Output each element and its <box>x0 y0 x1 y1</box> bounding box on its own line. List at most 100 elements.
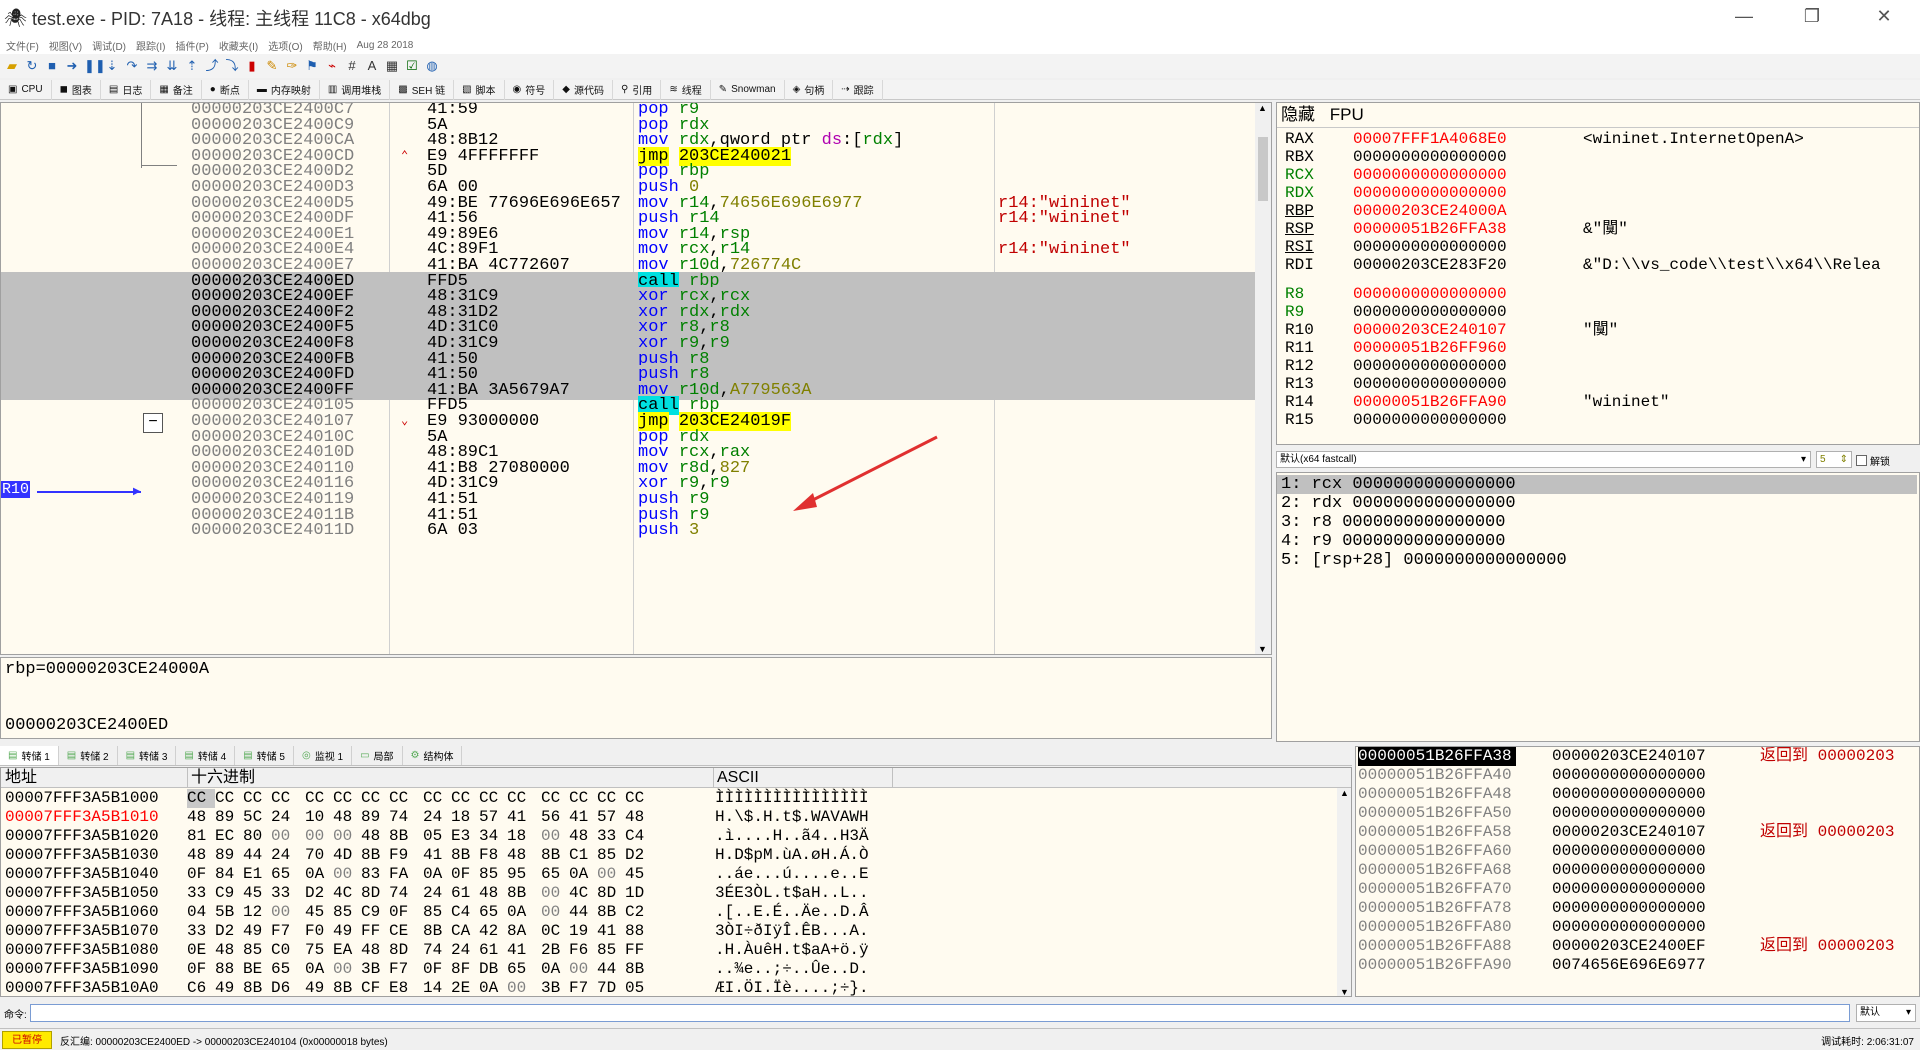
hex-byte[interactable]: 56 <box>541 808 569 827</box>
hex-byte[interactable]: DB <box>479 960 507 979</box>
dump-tab-4[interactable]: ▤ 转储 5 <box>235 746 294 765</box>
hex-byte[interactable]: 8B <box>597 903 625 922</box>
register-row[interactable]: R11 00000051B26FF960 <box>1277 339 1917 357</box>
scrollbar-thumb[interactable] <box>1258 137 1268 201</box>
scroll-up-icon[interactable]: ▲ <box>1340 788 1349 798</box>
arg-count-spinner[interactable]: 5 ⇕ <box>1816 451 1852 468</box>
hex-byte[interactable]: 8B <box>333 979 361 996</box>
register-row[interactable]: RBP 00000203CE24000A <box>1277 202 1917 220</box>
register-row[interactable]: R13 0000000000000000 <box>1277 375 1917 393</box>
hex-byte[interactable]: 89 <box>215 808 243 827</box>
dump-row[interactable]: 00007FFF3A5B1090 0F 88 BE 65 0A 00 3B F7 0F 8F DB 65… <box>1 960 1341 979</box>
hex-byte[interactable]: CC <box>361 789 389 808</box>
hex-byte[interactable]: CA <box>451 922 479 941</box>
hex-byte[interactable]: D2 <box>215 922 243 941</box>
hex-byte[interactable]: F8 <box>479 846 507 865</box>
hex-byte[interactable]: 48 <box>187 846 215 865</box>
hex-byte[interactable]: EA <box>333 941 361 960</box>
tab-3[interactable]: ▦ 备注 <box>151 79 202 100</box>
checklist-icon[interactable]: ☑ <box>404 58 420 74</box>
register-value[interactable]: 00000051B26FFA90 <box>1353 393 1507 411</box>
dump-tab-0[interactable]: ▤ 转储 1 <box>0 746 59 765</box>
hex-byte[interactable]: 61 <box>479 941 507 960</box>
hex-byte[interactable]: 74 <box>389 884 417 903</box>
hex-byte[interactable]: CC <box>541 789 569 808</box>
hex-byte[interactable]: 80 <box>243 827 271 846</box>
argument-row[interactable]: 5: [rsp+28] 0000000000000000 <box>1277 551 1917 570</box>
hex-byte[interactable]: CC <box>243 789 271 808</box>
hex-byte[interactable]: 85 <box>243 941 271 960</box>
hex-byte[interactable]: 00 <box>333 960 361 979</box>
register-value[interactable]: 00000203CE240107 <box>1353 321 1507 339</box>
hex-byte[interactable]: 00 <box>333 865 361 884</box>
register-row[interactable]: RDI 00000203CE283F20 &"D:\\vs_code\\test\\… <box>1277 256 1917 274</box>
hex-byte[interactable]: 05 <box>423 827 451 846</box>
hex-byte[interactable]: C4 <box>451 903 479 922</box>
hex-byte[interactable]: D2 <box>625 846 653 865</box>
hex-byte[interactable]: 4D <box>333 846 361 865</box>
register-row[interactable]: R14 00000051B26FFA90 "wininet" <box>1277 393 1917 411</box>
hex-byte[interactable]: 00 <box>541 903 569 922</box>
hex-byte[interactable]: CC <box>389 789 417 808</box>
execute-till-return-icon[interactable]: ⇡ <box>184 58 200 74</box>
hex-byte[interactable]: 0F <box>187 960 215 979</box>
open-icon[interactable]: ▰ <box>4 58 20 74</box>
hex-byte[interactable]: 0F <box>423 960 451 979</box>
trace-over-icon[interactable]: ⇊ <box>164 58 180 74</box>
hex-byte[interactable]: CC <box>625 789 653 808</box>
hex-byte[interactable]: 19 <box>569 922 597 941</box>
scroll-down-icon[interactable]: ▼ <box>1258 644 1267 654</box>
register-row[interactable]: RSI 0000000000000000 <box>1277 238 1917 256</box>
hex-byte[interactable]: 8B <box>451 846 479 865</box>
hex-byte[interactable]: 34 <box>479 827 507 846</box>
hex-byte[interactable]: 48 <box>361 941 389 960</box>
hex-byte[interactable]: 33 <box>187 884 215 903</box>
dump-row[interactable]: 00007FFF3A5B1040 0F 84 E1 65 0A 00 83 FA 0A 0F 85 95… <box>1 865 1341 884</box>
hex-byte[interactable]: D6 <box>271 979 299 996</box>
hex-byte[interactable]: 65 <box>507 960 535 979</box>
hex-byte[interactable]: 49 <box>305 979 333 996</box>
hex-byte[interactable]: CC <box>187 789 215 808</box>
hex-byte[interactable]: 57 <box>597 808 625 827</box>
hex-byte[interactable]: 14 <box>423 979 451 996</box>
pause-icon[interactable]: ❚❚ <box>84 58 106 74</box>
hex-byte[interactable]: 0A <box>423 865 451 884</box>
stack-row[interactable]: 00000051B26FFA58 00000203CE240107 返回到 0000… <box>1356 823 1919 842</box>
hex-byte[interactable]: CC <box>479 789 507 808</box>
register-value[interactable]: 0000000000000000 <box>1353 148 1507 166</box>
hex-byte[interactable]: 85 <box>597 846 625 865</box>
hex-byte[interactable]: 8B <box>625 960 653 979</box>
hex-byte[interactable]: F9 <box>389 846 417 865</box>
hex-byte[interactable]: CC <box>333 789 361 808</box>
minimize-button[interactable]: — <box>1716 0 1772 32</box>
hex-byte[interactable]: 4C <box>569 884 597 903</box>
hex-byte[interactable]: 45 <box>625 865 653 884</box>
hex-byte[interactable]: 1D <box>625 884 653 903</box>
hex-byte[interactable]: E8 <box>389 979 417 996</box>
tab-1[interactable]: ◼ 图表 <box>52 79 101 100</box>
dump-row[interactable]: 00007FFF3A5B1010 48 89 5C 24 10 48 89 74 24 18 57 41… <box>1 808 1341 827</box>
stack-row[interactable]: 00000051B26FFA48 0000000000000000 <box>1356 785 1919 804</box>
hex-byte[interactable]: 45 <box>243 884 271 903</box>
register-value[interactable]: 0000000000000000 <box>1353 375 1507 393</box>
register-row[interactable]: R15 0000000000000000 <box>1277 411 1917 429</box>
register-row[interactable]: RSP 00000051B26FFA38 &"闃" <box>1277 220 1917 238</box>
hex-byte[interactable]: 00 <box>507 979 535 996</box>
hex-byte[interactable]: 3B <box>541 979 569 996</box>
hex-byte[interactable]: 57 <box>479 808 507 827</box>
calling-convention-select[interactable]: 默认(x64 fastcall) ▾ <box>1276 451 1811 468</box>
register-row[interactable]: RCX 0000000000000000 <box>1277 166 1917 184</box>
step-over-icon[interactable]: ↷ <box>124 58 140 74</box>
hex-byte[interactable]: 65 <box>541 865 569 884</box>
hex-byte[interactable]: 0A <box>479 979 507 996</box>
step-into-icon[interactable]: ⇣ <box>104 58 120 74</box>
disasm-row[interactable]: 00000203CE24011D 6A 03 push 3 <box>1 521 1256 540</box>
hex-byte[interactable]: 61 <box>451 884 479 903</box>
hex-byte[interactable]: F0 <box>305 922 333 941</box>
hex-byte[interactable]: 24 <box>423 884 451 903</box>
run-icon[interactable]: ➜ <box>64 58 80 74</box>
stack-row[interactable]: 00000051B26FFA88 00000203CE2400EF 返回到 0000… <box>1356 937 1919 956</box>
close-button[interactable]: ✕ <box>1856 0 1912 32</box>
hex-byte[interactable]: 44 <box>569 903 597 922</box>
hex-byte[interactable]: 42 <box>479 922 507 941</box>
